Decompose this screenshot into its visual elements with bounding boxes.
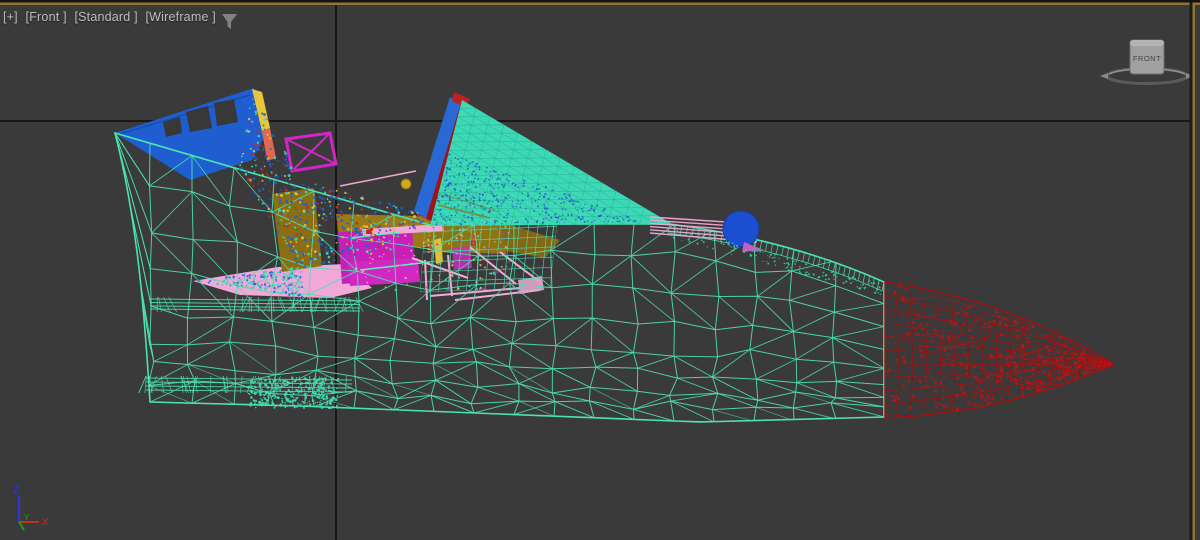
viewport-front[interactable]: FRONT Z X Y [+] [Front ] [Standard ] [Wi…: [0, 0, 1200, 540]
viewport-splitter[interactable]: [1189, 2, 1193, 540]
viewport-render-preset-menu[interactable]: [Standard ]: [74, 10, 137, 24]
axis-y-label: Y: [24, 513, 30, 522]
active-viewport-border-top: [0, 2, 1200, 5]
yellow-ball-detail: [400, 178, 412, 190]
viewport-general-menu[interactable]: [+]: [3, 10, 18, 24]
fin-hole: [214, 99, 238, 126]
magenta-panel: [284, 131, 338, 173]
viewport-pov-menu[interactable]: [Front ]: [26, 10, 67, 24]
viewport-background: [0, 0, 1200, 540]
viewcube-top-bevel: [1130, 40, 1164, 46]
axis-z-label: Z: [13, 485, 19, 496]
window-top-edge: [0, 0, 1200, 3]
viewport-shading-menu[interactable]: [Wireframe ]: [145, 10, 215, 24]
viewport-label: [+] [Front ] [Standard ] [Wireframe ]: [3, 10, 220, 24]
viewcube-face-label[interactable]: FRONT: [1133, 54, 1161, 63]
axis-x-label: X: [42, 517, 49, 528]
active-viewport-border-right: [1192, 2, 1195, 540]
viewport-canvas[interactable]: FRONT Z X Y: [0, 0, 1200, 540]
blue-disc: [722, 210, 760, 248]
